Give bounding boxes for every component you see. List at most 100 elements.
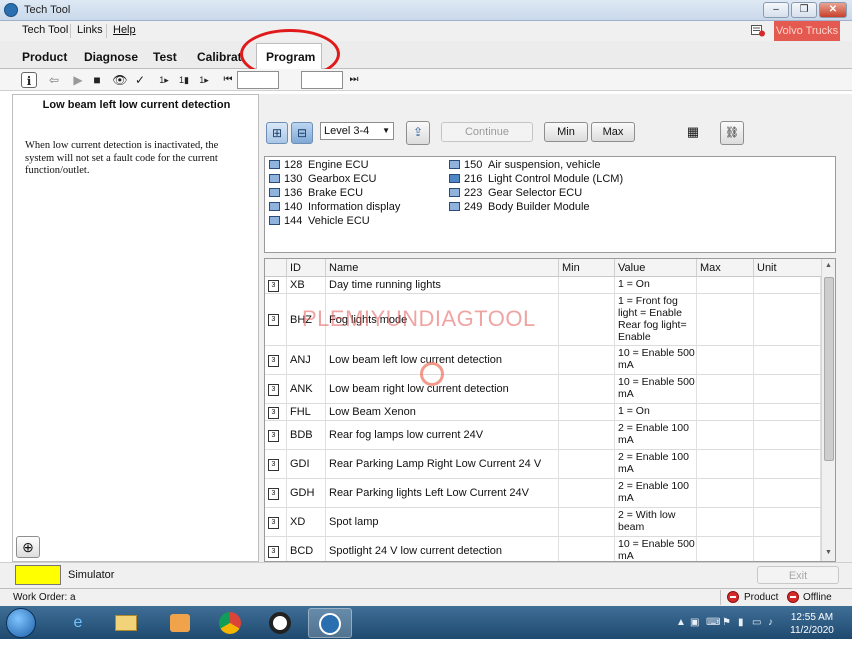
ecu-item[interactable]: 223 Gear Selector ECU: [449, 186, 582, 200]
cell-value: 2 = Enable 100 mA: [615, 450, 697, 478]
ecu-item[interactable]: 140 Information display: [269, 200, 400, 214]
link-button[interactable]: ⛓: [720, 121, 744, 145]
taskbar-clock[interactable]: 12:55 AM 11/2/2020: [784, 611, 840, 637]
table-row[interactable]: 3 ANK Low beam right low current detection…: [265, 375, 821, 404]
max-button[interactable]: Max: [591, 122, 635, 142]
row-icon-cell: 3: [265, 404, 287, 420]
first-page-icon[interactable]: ⏮: [220, 72, 236, 88]
ecu-item-selected[interactable]: 216 Light Control Module (LCM): [449, 172, 623, 186]
row-icon-cell: 3: [265, 537, 287, 561]
cell-min: [559, 479, 615, 507]
tab-diagnose[interactable]: Diagnose: [84, 50, 138, 64]
table-row[interactable]: 3 BCD Spotlight 24 V low current detection…: [265, 537, 821, 561]
menu-tech-tool[interactable]: Tech Tool: [22, 24, 68, 36]
action-center-flag-icon[interactable]: ⚑: [722, 617, 731, 628]
step-multi-icon[interactable]: 1▮: [176, 72, 192, 88]
tech-tool-taskbar-icon[interactable]: [308, 608, 352, 638]
internet-explorer-icon[interactable]: e: [56, 608, 100, 638]
tab-product[interactable]: Product: [22, 50, 67, 64]
table-row[interactable]: 3 XD Spot lamp 2 = With low beam: [265, 508, 821, 537]
cell-max: [697, 277, 754, 293]
view-eye-icon[interactable]: 👁: [112, 72, 128, 88]
chrome-icon[interactable]: [208, 608, 252, 638]
table-header: ID Name Min Value Max Unit: [265, 259, 821, 277]
column-header-min[interactable]: Min: [559, 259, 615, 277]
info-icon[interactable]: ℹ: [21, 72, 37, 88]
cell-unit: [754, 479, 821, 507]
table-row[interactable]: 3 FHL Low Beam Xenon 1 = On: [265, 404, 821, 421]
ecu-item[interactable]: 150 Air suspension, vehicle: [449, 158, 601, 172]
page-input-secondary[interactable]: [301, 71, 343, 89]
network-signal-icon[interactable]: ▮: [738, 617, 744, 628]
continue-button[interactable]: Continue: [441, 122, 533, 142]
notification-warning-icon[interactable]: [751, 24, 765, 37]
file-explorer-icon[interactable]: [104, 608, 148, 638]
ecu-item[interactable]: 144 Vehicle ECU: [269, 214, 370, 228]
ecu-item[interactable]: 128 Engine ECU: [269, 158, 369, 172]
minimize-button[interactable]: –: [763, 2, 789, 18]
ecu-flat-view-button[interactable]: ⊟: [291, 122, 313, 144]
upload-parameters-button[interactable]: ⇪: [406, 121, 430, 145]
cell-id: FHL: [287, 404, 326, 420]
back-arrow-icon[interactable]: ⇦: [46, 72, 62, 88]
scroll-up-icon[interactable]: ▲: [825, 262, 832, 269]
magnifier-plus-icon: ⊕: [22, 539, 34, 555]
calculator-icon[interactable]: ▦: [685, 124, 701, 140]
simulator-label: Simulator: [68, 569, 115, 581]
network-flat-icon: ⊟: [296, 126, 308, 140]
cell-id: XD: [287, 508, 326, 536]
level-select[interactable]: Level 3-4 ▼: [320, 122, 394, 140]
column-header-max[interactable]: Max: [697, 259, 754, 277]
table-row[interactable]: 3 XB Day time running lights 1 = On: [265, 277, 821, 294]
network-tree-icon: ⊞: [271, 126, 283, 140]
computer-icon: [269, 216, 280, 225]
volvo-trucks-brand-button[interactable]: Volvo Trucks: [774, 21, 840, 41]
column-header-value[interactable]: Value: [615, 259, 697, 277]
ecu-item[interactable]: 136 Brake ECU: [269, 186, 363, 200]
step-forward-icon[interactable]: 1▸: [156, 72, 172, 88]
cell-min: [559, 375, 615, 403]
column-header-name[interactable]: Name: [326, 259, 559, 277]
row-icon-cell: 3: [265, 421, 287, 449]
recorder-icon[interactable]: [258, 608, 302, 638]
page-input[interactable]: [237, 71, 279, 89]
cell-min: [559, 508, 615, 536]
ecu-item[interactable]: 130 Gearbox ECU: [269, 172, 376, 186]
table-row[interactable]: 3 ANJ Low beam left low current detection 1…: [265, 346, 821, 375]
column-header-id[interactable]: ID: [287, 259, 326, 277]
media-player-icon[interactable]: [158, 608, 202, 638]
maximize-button[interactable]: ❐: [791, 2, 817, 18]
scrollbar-thumb[interactable]: [824, 277, 834, 461]
checkmark-icon[interactable]: ✓: [132, 72, 148, 88]
column-header-unit[interactable]: Unit: [754, 259, 821, 277]
step-end-icon[interactable]: 1▸: [196, 72, 212, 88]
row-icon-cell: 3: [265, 346, 287, 374]
exit-button[interactable]: Exit: [757, 566, 839, 584]
tray-expand-icon[interactable]: ▲: [676, 617, 686, 628]
vertical-scrollbar[interactable]: ▲ ▼: [821, 259, 835, 561]
ecu-item[interactable]: 249 Body Builder Module: [449, 200, 590, 214]
menu-links[interactable]: Links: [77, 24, 103, 36]
start-menu-button[interactable]: [6, 608, 36, 638]
ecu-tree-view-button[interactable]: ⊞: [266, 122, 288, 144]
menu-help[interactable]: Help: [113, 24, 136, 36]
stop-icon[interactable]: ■: [89, 72, 105, 88]
parameter-document-icon: 3: [268, 383, 279, 396]
play-icon[interactable]: ▶: [70, 72, 86, 88]
zoom-in-button[interactable]: ⊕: [16, 536, 40, 558]
scroll-down-icon[interactable]: ▼: [825, 549, 832, 556]
tray-app-icon[interactable]: ▣: [690, 617, 699, 628]
close-button[interactable]: ✕: [819, 2, 847, 18]
min-button[interactable]: Min: [544, 122, 588, 142]
volume-icon[interactable]: ♪: [768, 617, 773, 628]
tray-device-icon[interactable]: ⌨: [706, 617, 720, 628]
fast-forward-icon[interactable]: ⏭: [346, 72, 362, 88]
row-icon-cell: 3: [265, 450, 287, 478]
table-row[interactable]: 3 GDI Rear Parking Lamp Right Low Current …: [265, 450, 821, 479]
parameter-table: ID Name Min Value Max Unit 3 XB Day time r…: [264, 258, 836, 562]
power-icon[interactable]: ▭: [752, 617, 761, 628]
table-row[interactable]: 3 BDB Rear fog lamps low current 24V 2 = En…: [265, 421, 821, 450]
table-row[interactable]: 3 GDH Rear Parking lights Left Low Current…: [265, 479, 821, 508]
tab-test[interactable]: Test: [153, 50, 177, 64]
cell-max: [697, 421, 754, 449]
